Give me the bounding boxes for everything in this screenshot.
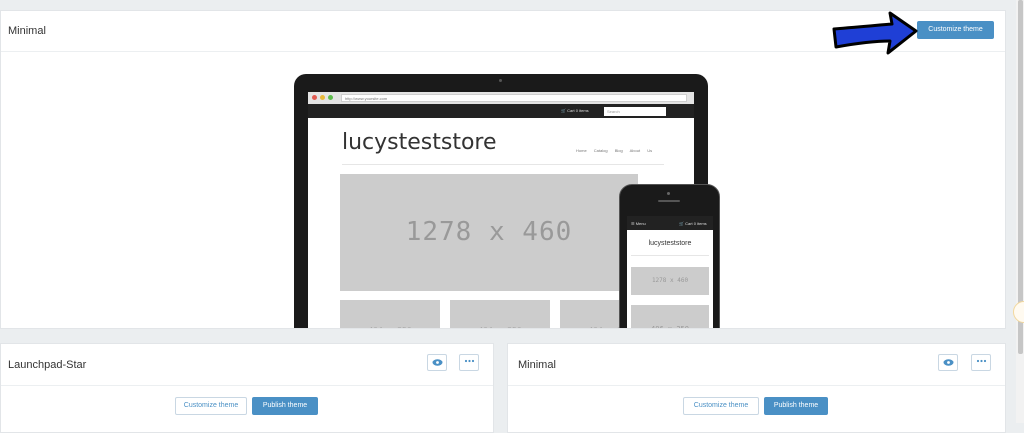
site-store-name: lucysteststore	[342, 130, 497, 155]
phone-camera	[667, 192, 670, 195]
phone-menu-label: Menu	[635, 221, 646, 226]
site-hero-placeholder: 1278 x 460	[340, 174, 638, 291]
customize-theme-button[interactable]: Customize theme	[683, 397, 759, 415]
phone-screen: ☰ Menu 🛒 Cart 0 items lucysteststore 127…	[627, 216, 713, 328]
more-actions-button[interactable]	[971, 354, 991, 371]
preview-theme-button[interactable]	[938, 354, 958, 371]
ellipsis-icon	[464, 359, 474, 363]
maximize-dot-icon	[328, 95, 333, 100]
phone-menu: ☰ Menu	[631, 221, 646, 226]
publish-theme-button[interactable]: Publish theme	[764, 397, 828, 415]
site-search-input: Search	[604, 107, 666, 116]
more-actions-button[interactable]	[459, 354, 479, 371]
site-divider	[342, 164, 664, 165]
theme-preview: http://www.yoursite.com 🛒 Cart 0 items S…	[1, 51, 1003, 328]
site-nav-item: Blog	[614, 148, 623, 153]
eye-icon	[943, 359, 953, 366]
publish-theme-button[interactable]: Publish theme	[252, 397, 318, 415]
close-dot-icon	[312, 95, 317, 100]
customize-theme-button[interactable]: Customize theme	[917, 21, 994, 39]
help-bubble-icon[interactable]	[1013, 301, 1024, 323]
theme-card-minimal: Minimal	[507, 343, 1006, 433]
site-nav: Home Catalog Blog About Us	[576, 148, 652, 153]
phone-cart-label: Cart 0 items	[685, 221, 707, 226]
theme-card-title: Minimal	[518, 359, 556, 371]
site-cart-link: 🛒 Cart 0 items	[561, 108, 589, 113]
site-nav-item: Catalog	[593, 148, 608, 153]
site-cart-label: Cart 0 items	[567, 108, 589, 113]
site-nav-item: About Us	[629, 148, 653, 153]
ellipsis-icon	[976, 359, 986, 363]
site-tile-placeholder: 404 x 250	[340, 300, 440, 328]
preview-theme-button[interactable]	[427, 354, 447, 371]
phone-divider	[631, 255, 709, 256]
current-theme-title: Minimal	[8, 25, 46, 37]
theme-card-title: Launchpad-Star	[8, 359, 87, 371]
theme-card-header: Minimal	[508, 344, 1005, 386]
phone-tile-placeholder: 406 x 250	[631, 305, 709, 328]
site-nav-item: Home	[576, 148, 587, 153]
phone-store-name: lucysteststore	[648, 240, 692, 247]
laptop-camera	[499, 79, 502, 82]
phone-topbar: ☰ Menu 🛒 Cart 0 items	[627, 216, 713, 230]
theme-card-header: Launchpad-Star	[1, 344, 493, 386]
phone-mockup: ☰ Menu 🛒 Cart 0 items lucysteststore 127…	[619, 184, 720, 328]
phone-cart: 🛒 Cart 0 items	[679, 221, 707, 226]
minimize-dot-icon	[320, 95, 325, 100]
browser-url: http://www.yoursite.com	[341, 94, 687, 102]
phone-hero-placeholder: 1278 x 460	[631, 267, 709, 295]
customize-theme-button[interactable]: Customize theme	[175, 397, 247, 415]
phone-speaker	[658, 200, 680, 202]
browser-bar: http://www.yoursite.com	[308, 92, 694, 104]
site-tile-placeholder: 404 x 250	[450, 300, 550, 328]
eye-icon	[432, 359, 442, 366]
theme-card-launchpad-star: Launchpad-Star	[0, 343, 494, 433]
site-topbar: 🛒 Cart 0 items Search	[308, 104, 694, 118]
